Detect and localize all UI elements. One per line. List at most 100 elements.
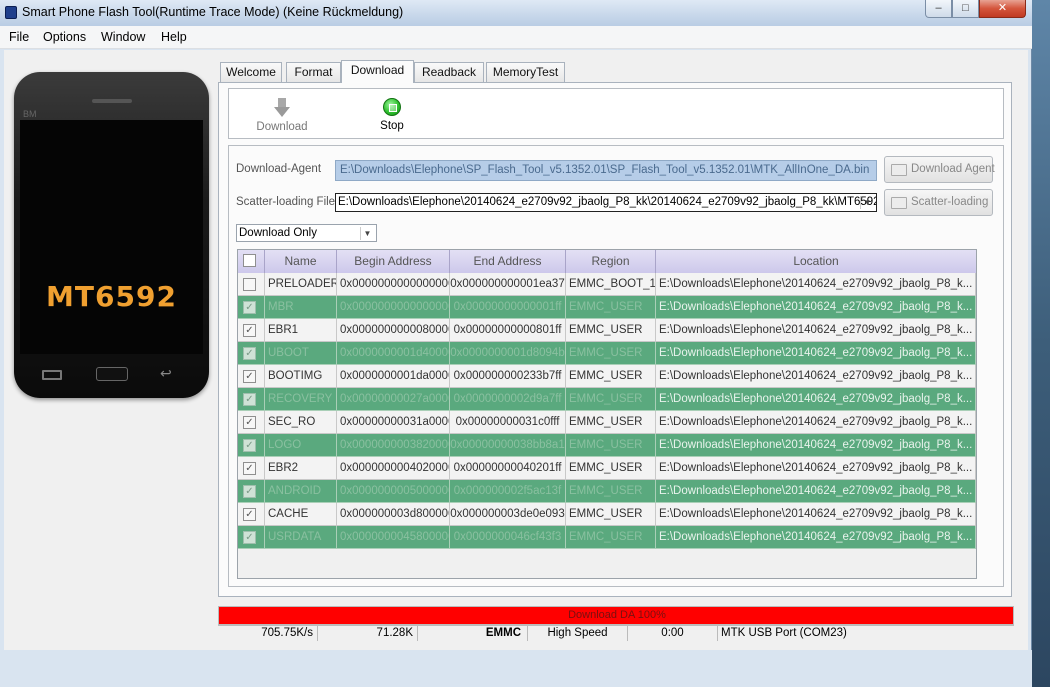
toolbar <box>228 88 1004 139</box>
cell-end: 0x0000000002d9a7ff <box>450 388 566 411</box>
maximize-button[interactable]: □ <box>952 0 979 18</box>
status-port: MTK USB Port (COM23) <box>721 627 847 639</box>
cell-location: E:\Downloads\Elephone\20140624_e2709v92_… <box>656 365 976 388</box>
cell-begin: 0x0000000045800000 <box>337 526 450 549</box>
row-checkbox[interactable]: ✓ <box>243 485 256 498</box>
status-size: 71.28K <box>318 626 418 641</box>
cell-begin: 0x0000000005000000 <box>337 480 450 503</box>
minimize-button[interactable]: – <box>925 0 952 18</box>
column-header-location[interactable]: Location <box>656 250 976 273</box>
table-row[interactable]: ✓ EBR1 0x0000000000080000 0x00000000000801f… <box>238 319 976 342</box>
cell-region: EMMC_USER <box>566 434 656 457</box>
column-header-end-address[interactable]: End Address <box>450 250 566 273</box>
status-bar: 705.75K/s 71.28K EMMC High Speed 0:00 MT… <box>218 625 1014 641</box>
download-agent-button[interactable]: Download Agent <box>884 156 995 183</box>
download-mode-value: Download Only <box>239 227 317 239</box>
cell-begin: 0x0000000000000000 <box>337 273 450 296</box>
menu-options[interactable]: Options <box>43 30 86 44</box>
tab-readback[interactable]: Readback <box>414 62 484 82</box>
table-row[interactable]: PRELOADER 0x0000000000000000 0x00000000000… <box>238 273 976 296</box>
table-row[interactable]: ✓ SEC_RO 0x00000000031a0000 0x00000000031c0… <box>238 411 976 434</box>
cell-location: E:\Downloads\Elephone\20140624_e2709v92_… <box>656 388 976 411</box>
select-all-checkbox[interactable] <box>243 254 256 267</box>
folder-icon <box>891 197 907 209</box>
column-header-begin-address[interactable]: Begin Address <box>337 250 450 273</box>
desktop-background <box>1030 0 1050 687</box>
row-checkbox[interactable]: ✓ <box>243 416 256 429</box>
cell-name: BOOTIMG <box>265 365 337 388</box>
row-checkbox-cell: ✓ <box>238 365 265 388</box>
phone-back-key-icon: ↩ <box>160 365 172 381</box>
table-row[interactable]: ✓ UBOOT 0x0000000001d40000 0x0000000001d809… <box>238 342 976 365</box>
row-checkbox[interactable] <box>243 278 256 291</box>
table-row[interactable]: ✓ BOOTIMG 0x0000000001da0000 0x000000000233… <box>238 365 976 388</box>
cell-location: E:\Downloads\Elephone\20140624_e2709v92_… <box>656 434 976 457</box>
phone-illustration: BM MT6592 ↩ <box>14 72 209 398</box>
row-checkbox[interactable]: ✓ <box>243 347 256 360</box>
tab-download[interactable]: Download <box>341 60 414 83</box>
menu-window[interactable]: Window <box>101 30 145 44</box>
cell-end: 0x00000000000001ff <box>450 296 566 319</box>
row-checkbox[interactable]: ✓ <box>243 393 256 406</box>
close-button[interactable]: ✕ <box>979 0 1026 18</box>
row-checkbox[interactable]: ✓ <box>243 462 256 475</box>
table-row[interactable]: ✓ LOGO 0x0000000003820000 0x00000000038bb8a… <box>238 434 976 457</box>
table-row[interactable]: ✓ CACHE 0x000000003d800000 0x000000003de0e0… <box>238 503 976 526</box>
row-checkbox[interactable]: ✓ <box>243 439 256 452</box>
row-checkbox-cell: ✓ <box>238 503 265 526</box>
cell-begin: 0x0000000000000000 <box>337 296 450 319</box>
tab-memorytest[interactable]: MemoryTest <box>486 62 565 82</box>
cell-end: 0x00000000040201ff <box>450 457 566 480</box>
column-header-name[interactable]: Name <box>265 250 337 273</box>
cell-region: EMMC_USER <box>566 365 656 388</box>
table-row[interactable]: ✓ RECOVERY 0x00000000027a0000 0x0000000002d… <box>238 388 976 411</box>
download-agent-input[interactable]: E:\Downloads\Elephone\SP_Flash_Tool_v5.1… <box>335 160 877 181</box>
cell-end: 0x00000000000801ff <box>450 319 566 342</box>
tab-format[interactable]: Format <box>286 62 341 82</box>
menu-file[interactable]: File <box>9 30 29 44</box>
scatter-loading-button[interactable]: Scatter-loading <box>884 189 993 216</box>
table-row[interactable]: ✓ EBR2 0x0000000004020000 0x00000000040201f… <box>238 457 976 480</box>
chevron-down-icon[interactable]: ▼ <box>860 196 874 209</box>
table-row[interactable]: ✓ ANDROID 0x0000000005000000 0x000000002f5a… <box>238 480 976 503</box>
cell-end: 0x0000000001d8094b <box>450 342 566 365</box>
cell-begin: 0x00000000031a0000 <box>337 411 450 434</box>
title-bar[interactable]: Smart Phone Flash Tool(Runtime Trace Mod… <box>0 0 1032 26</box>
table-row[interactable]: ✓ USRDATA 0x0000000045800000 0x0000000046cf… <box>238 526 976 549</box>
status-speed: 705.75K/s <box>218 626 318 641</box>
row-checkbox[interactable]: ✓ <box>243 301 256 314</box>
partition-table: Name Begin Address End Address Region Lo… <box>237 249 977 579</box>
cell-region: EMMC_BOOT_1 <box>566 273 656 296</box>
cell-location: E:\Downloads\Elephone\20140624_e2709v92_… <box>656 411 976 434</box>
cell-name: PRELOADER <box>265 273 337 296</box>
row-checkbox[interactable]: ✓ <box>243 531 256 544</box>
row-checkbox[interactable]: ✓ <box>243 508 256 521</box>
scatter-file-value: E:\Downloads\Elephone\20140624_e2709v92_… <box>338 196 877 208</box>
cell-location: E:\Downloads\Elephone\20140624_e2709v92_… <box>656 480 976 503</box>
download-mode-select[interactable]: Download Only ▼ <box>236 224 377 242</box>
cell-name: USRDATA <box>265 526 337 549</box>
row-checkbox[interactable]: ✓ <box>243 370 256 383</box>
row-checkbox-cell: ✓ <box>238 388 265 411</box>
cell-region: EMMC_USER <box>566 342 656 365</box>
cell-region: EMMC_USER <box>566 296 656 319</box>
row-checkbox-cell: ✓ <box>238 480 265 503</box>
window-bottom-frame <box>0 650 1032 687</box>
status-storage: EMMC <box>418 626 528 641</box>
scatter-file-select[interactable]: E:\Downloads\Elephone\20140624_e2709v92_… <box>335 193 877 212</box>
phone-model-label: MT6592 <box>46 280 177 313</box>
tab-welcome[interactable]: Welcome <box>220 62 282 82</box>
cell-name: LOGO <box>265 434 337 457</box>
row-checkbox-cell: ✓ <box>238 319 265 342</box>
cell-location: E:\Downloads\Elephone\20140624_e2709v92_… <box>656 296 976 319</box>
scatter-loading-button-label: Scatter-loading <box>911 196 989 208</box>
row-checkbox-cell: ✓ <box>238 526 265 549</box>
cell-region: EMMC_USER <box>566 319 656 342</box>
download-agent-label: Download-Agent <box>236 163 322 175</box>
row-checkbox[interactable]: ✓ <box>243 324 256 337</box>
column-header-region[interactable]: Region <box>566 250 656 273</box>
chevron-down-icon[interactable]: ▼ <box>360 227 374 240</box>
row-checkbox-cell: ✓ <box>238 296 265 319</box>
menu-help[interactable]: Help <box>161 30 187 44</box>
table-row[interactable]: ✓ MBR 0x0000000000000000 0x00000000000001ff… <box>238 296 976 319</box>
